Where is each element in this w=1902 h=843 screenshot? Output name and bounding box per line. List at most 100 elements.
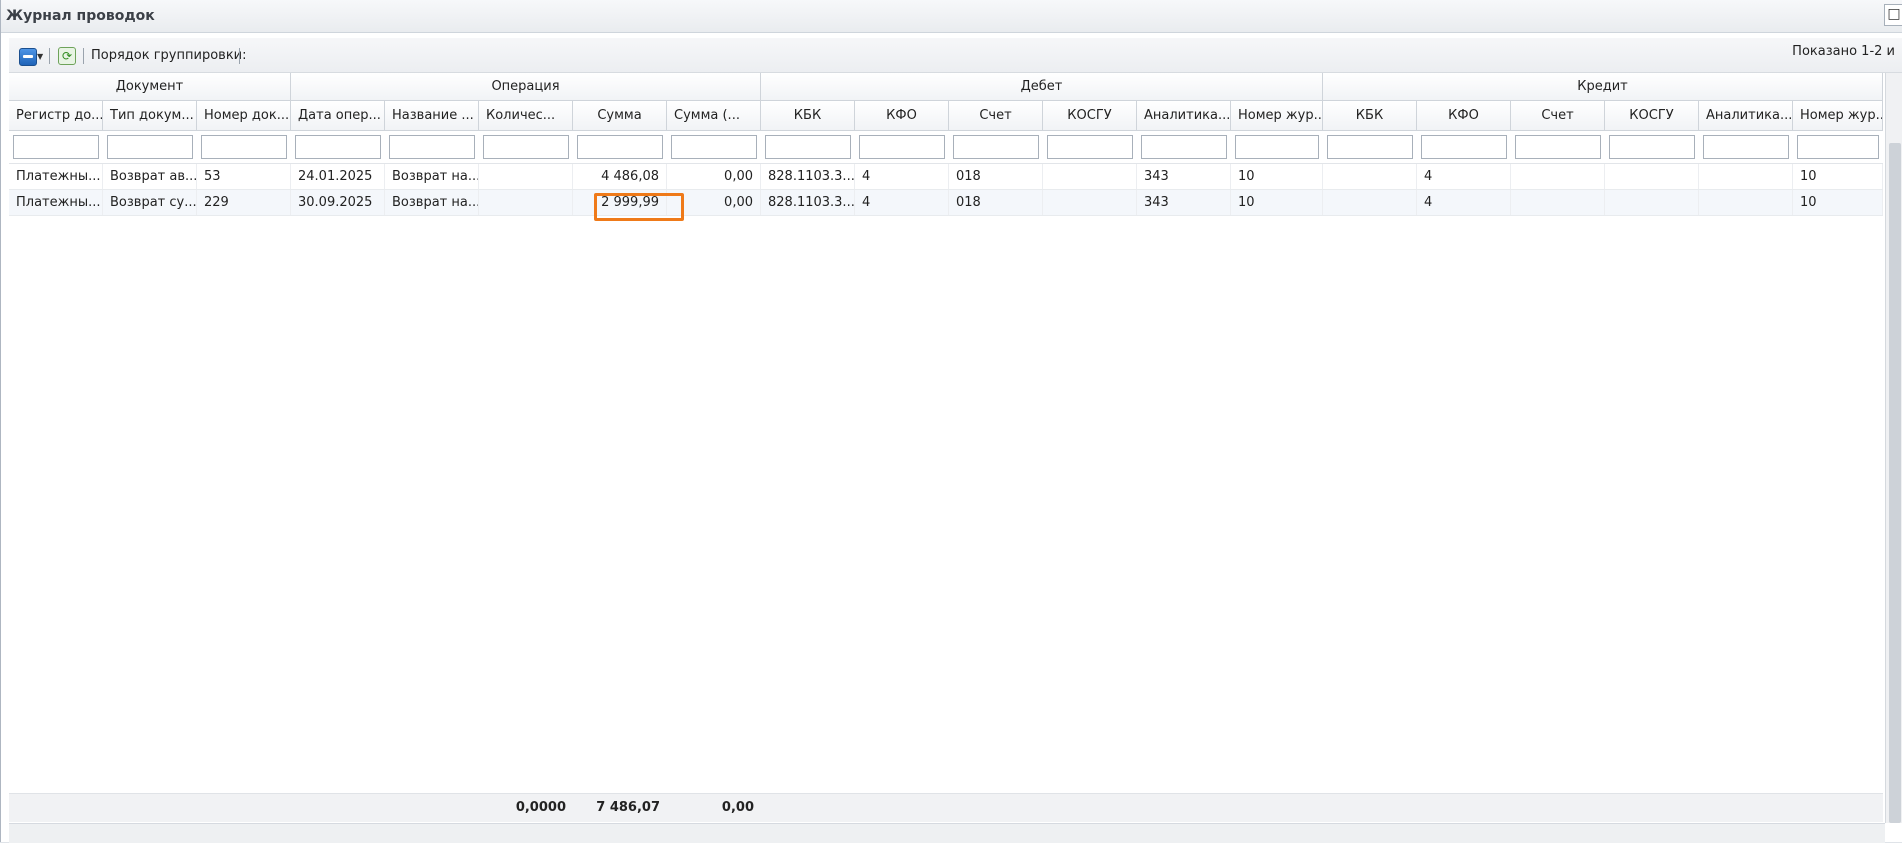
filter-input[interactable] bbox=[1141, 135, 1227, 159]
column-header[interactable]: КОСГУ bbox=[1043, 101, 1137, 131]
filter-input[interactable] bbox=[859, 135, 945, 159]
cell-credit-kosgu bbox=[1605, 164, 1699, 189]
cell-credit-account bbox=[1511, 190, 1605, 215]
paging-info: Показано 1-2 и bbox=[1792, 44, 1895, 59]
column-header[interactable]: Количес... bbox=[479, 101, 573, 131]
column-header[interactable]: Счет bbox=[1511, 101, 1605, 131]
group-header-credit: Кредит bbox=[1323, 73, 1883, 101]
filter-input[interactable] bbox=[1797, 135, 1879, 159]
cell-op-name: Возврат на... bbox=[385, 190, 479, 215]
filter-input[interactable] bbox=[295, 135, 381, 159]
cell-debit-journal: 10 bbox=[1231, 190, 1323, 215]
grouping-order-label[interactable]: Порядок группировки: bbox=[91, 48, 247, 63]
title-bar: Журнал проводок □ bbox=[1, 0, 1902, 33]
filter-input[interactable] bbox=[13, 135, 99, 159]
cell-doc-type: Возврат су... bbox=[103, 190, 197, 215]
filter-input[interactable] bbox=[1235, 135, 1319, 159]
toolbar: ▼ ⟳ Порядок группировки: Показано 1-2 и bbox=[9, 38, 1902, 73]
horizontal-scrollbar[interactable] bbox=[9, 823, 1885, 843]
column-header[interactable]: КФО bbox=[1417, 101, 1511, 131]
cell-credit-journal: 10 bbox=[1793, 164, 1883, 189]
cell-credit-kfo: 4 bbox=[1417, 190, 1511, 215]
filter-input[interactable] bbox=[1327, 135, 1413, 159]
cell-debit-account: 018 bbox=[949, 164, 1043, 189]
cell-debit-kbk: 828.1103.3... bbox=[761, 164, 855, 189]
cell-doc-number: 53 bbox=[197, 164, 291, 189]
column-header[interactable]: Регистр до... bbox=[9, 101, 103, 131]
column-header[interactable]: КБК bbox=[1323, 101, 1417, 131]
cell-credit-kosgu bbox=[1605, 190, 1699, 215]
column-header[interactable]: Сумма (... bbox=[667, 101, 761, 131]
scrollbar-thumb[interactable] bbox=[1889, 143, 1901, 823]
filter-input[interactable] bbox=[671, 135, 757, 159]
column-header[interactable]: Номер жур... bbox=[1793, 101, 1883, 131]
vertical-scrollbar[interactable] bbox=[1885, 73, 1902, 823]
totals-row: 0,0000 7 486,07 0,00 bbox=[9, 793, 1883, 822]
cell-doc-number: 229 bbox=[197, 190, 291, 215]
column-header[interactable]: Название ... bbox=[385, 101, 479, 131]
cell-quantity bbox=[479, 164, 573, 189]
group-header-document: Документ bbox=[9, 73, 291, 101]
cell-op-date: 24.01.2025 bbox=[291, 164, 385, 189]
cell-sum: 4 486,08 bbox=[573, 164, 667, 189]
column-header[interactable]: КОСГУ bbox=[1605, 101, 1699, 131]
cell-credit-kbk bbox=[1323, 190, 1417, 215]
column-header[interactable]: Тип докум... bbox=[103, 101, 197, 131]
filter-input[interactable] bbox=[107, 135, 193, 159]
group-header-debit: Дебет bbox=[761, 73, 1323, 101]
column-header[interactable]: Номер док... bbox=[197, 101, 291, 131]
cell-sum2: 0,00 bbox=[667, 164, 761, 189]
print-icon bbox=[19, 48, 37, 66]
cell-debit-kfo: 4 bbox=[855, 164, 949, 189]
filter-input[interactable] bbox=[1421, 135, 1507, 159]
cell-debit-analytics: 343 bbox=[1137, 164, 1231, 189]
cell-credit-journal: 10 bbox=[1793, 190, 1883, 215]
filter-input[interactable] bbox=[765, 135, 851, 159]
filter-input[interactable] bbox=[953, 135, 1039, 159]
refresh-button[interactable]: ⟳ bbox=[55, 44, 79, 68]
print-menu-button[interactable]: ▼ bbox=[15, 44, 47, 68]
filter-input[interactable] bbox=[1515, 135, 1601, 159]
filter-input[interactable] bbox=[389, 135, 475, 159]
cell-credit-analytics bbox=[1699, 164, 1793, 189]
column-header[interactable]: КБК bbox=[761, 101, 855, 131]
close-icon[interactable]: □ bbox=[1884, 4, 1902, 26]
column-header[interactable]: КФО bbox=[855, 101, 949, 131]
cell-op-name: Возврат на... bbox=[385, 164, 479, 189]
column-header[interactable]: Дата опер... bbox=[291, 101, 385, 131]
column-header[interactable]: Счет bbox=[949, 101, 1043, 131]
cell-doc-type: Возврат ав... bbox=[103, 164, 197, 189]
column-header[interactable]: Аналитика... bbox=[1137, 101, 1231, 131]
refresh-icon: ⟳ bbox=[58, 47, 76, 65]
cell-credit-account bbox=[1511, 164, 1605, 189]
total-quantity: 0,0000 bbox=[515, 800, 566, 815]
column-header[interactable]: Аналитика... bbox=[1699, 101, 1793, 131]
table-row[interactable]: Платежны... Возврат су... 229 30.09.2025… bbox=[9, 190, 1883, 216]
cell-credit-kfo: 4 bbox=[1417, 164, 1511, 189]
cell-quantity bbox=[479, 190, 573, 215]
filter-input[interactable] bbox=[1703, 135, 1789, 159]
total-sum2: 0,00 bbox=[721, 800, 754, 815]
toolbar-separator bbox=[239, 48, 240, 64]
filter-input[interactable] bbox=[201, 135, 287, 159]
column-header[interactable]: Номер жур... bbox=[1231, 101, 1323, 131]
cell-debit-account: 018 bbox=[949, 190, 1043, 215]
cell-register: Платежны... bbox=[9, 190, 103, 215]
cell-op-date: 30.09.2025 bbox=[291, 190, 385, 215]
chevron-down-icon: ▼ bbox=[37, 52, 44, 61]
column-header[interactable]: Сумма bbox=[573, 101, 667, 131]
toolbar-separator bbox=[49, 48, 50, 64]
postings-grid: Документ Операция Дебет Кредит Регистр д… bbox=[9, 73, 1883, 823]
filter-input[interactable] bbox=[1047, 135, 1133, 159]
cell-debit-kbk: 828.1103.3... bbox=[761, 190, 855, 215]
cell-debit-journal: 10 bbox=[1231, 164, 1323, 189]
window-title: Журнал проводок bbox=[6, 8, 155, 24]
cell-sum2: 0,00 bbox=[667, 190, 761, 215]
cell-debit-analytics: 343 bbox=[1137, 190, 1231, 215]
filter-input[interactable] bbox=[577, 135, 663, 159]
cell-sum: 2 999,99 bbox=[573, 190, 667, 215]
table-row[interactable]: Платежны... Возврат ав... 53 24.01.2025 … bbox=[9, 164, 1883, 190]
filter-input[interactable] bbox=[483, 135, 569, 159]
cell-debit-kfo: 4 bbox=[855, 190, 949, 215]
filter-input[interactable] bbox=[1609, 135, 1695, 159]
